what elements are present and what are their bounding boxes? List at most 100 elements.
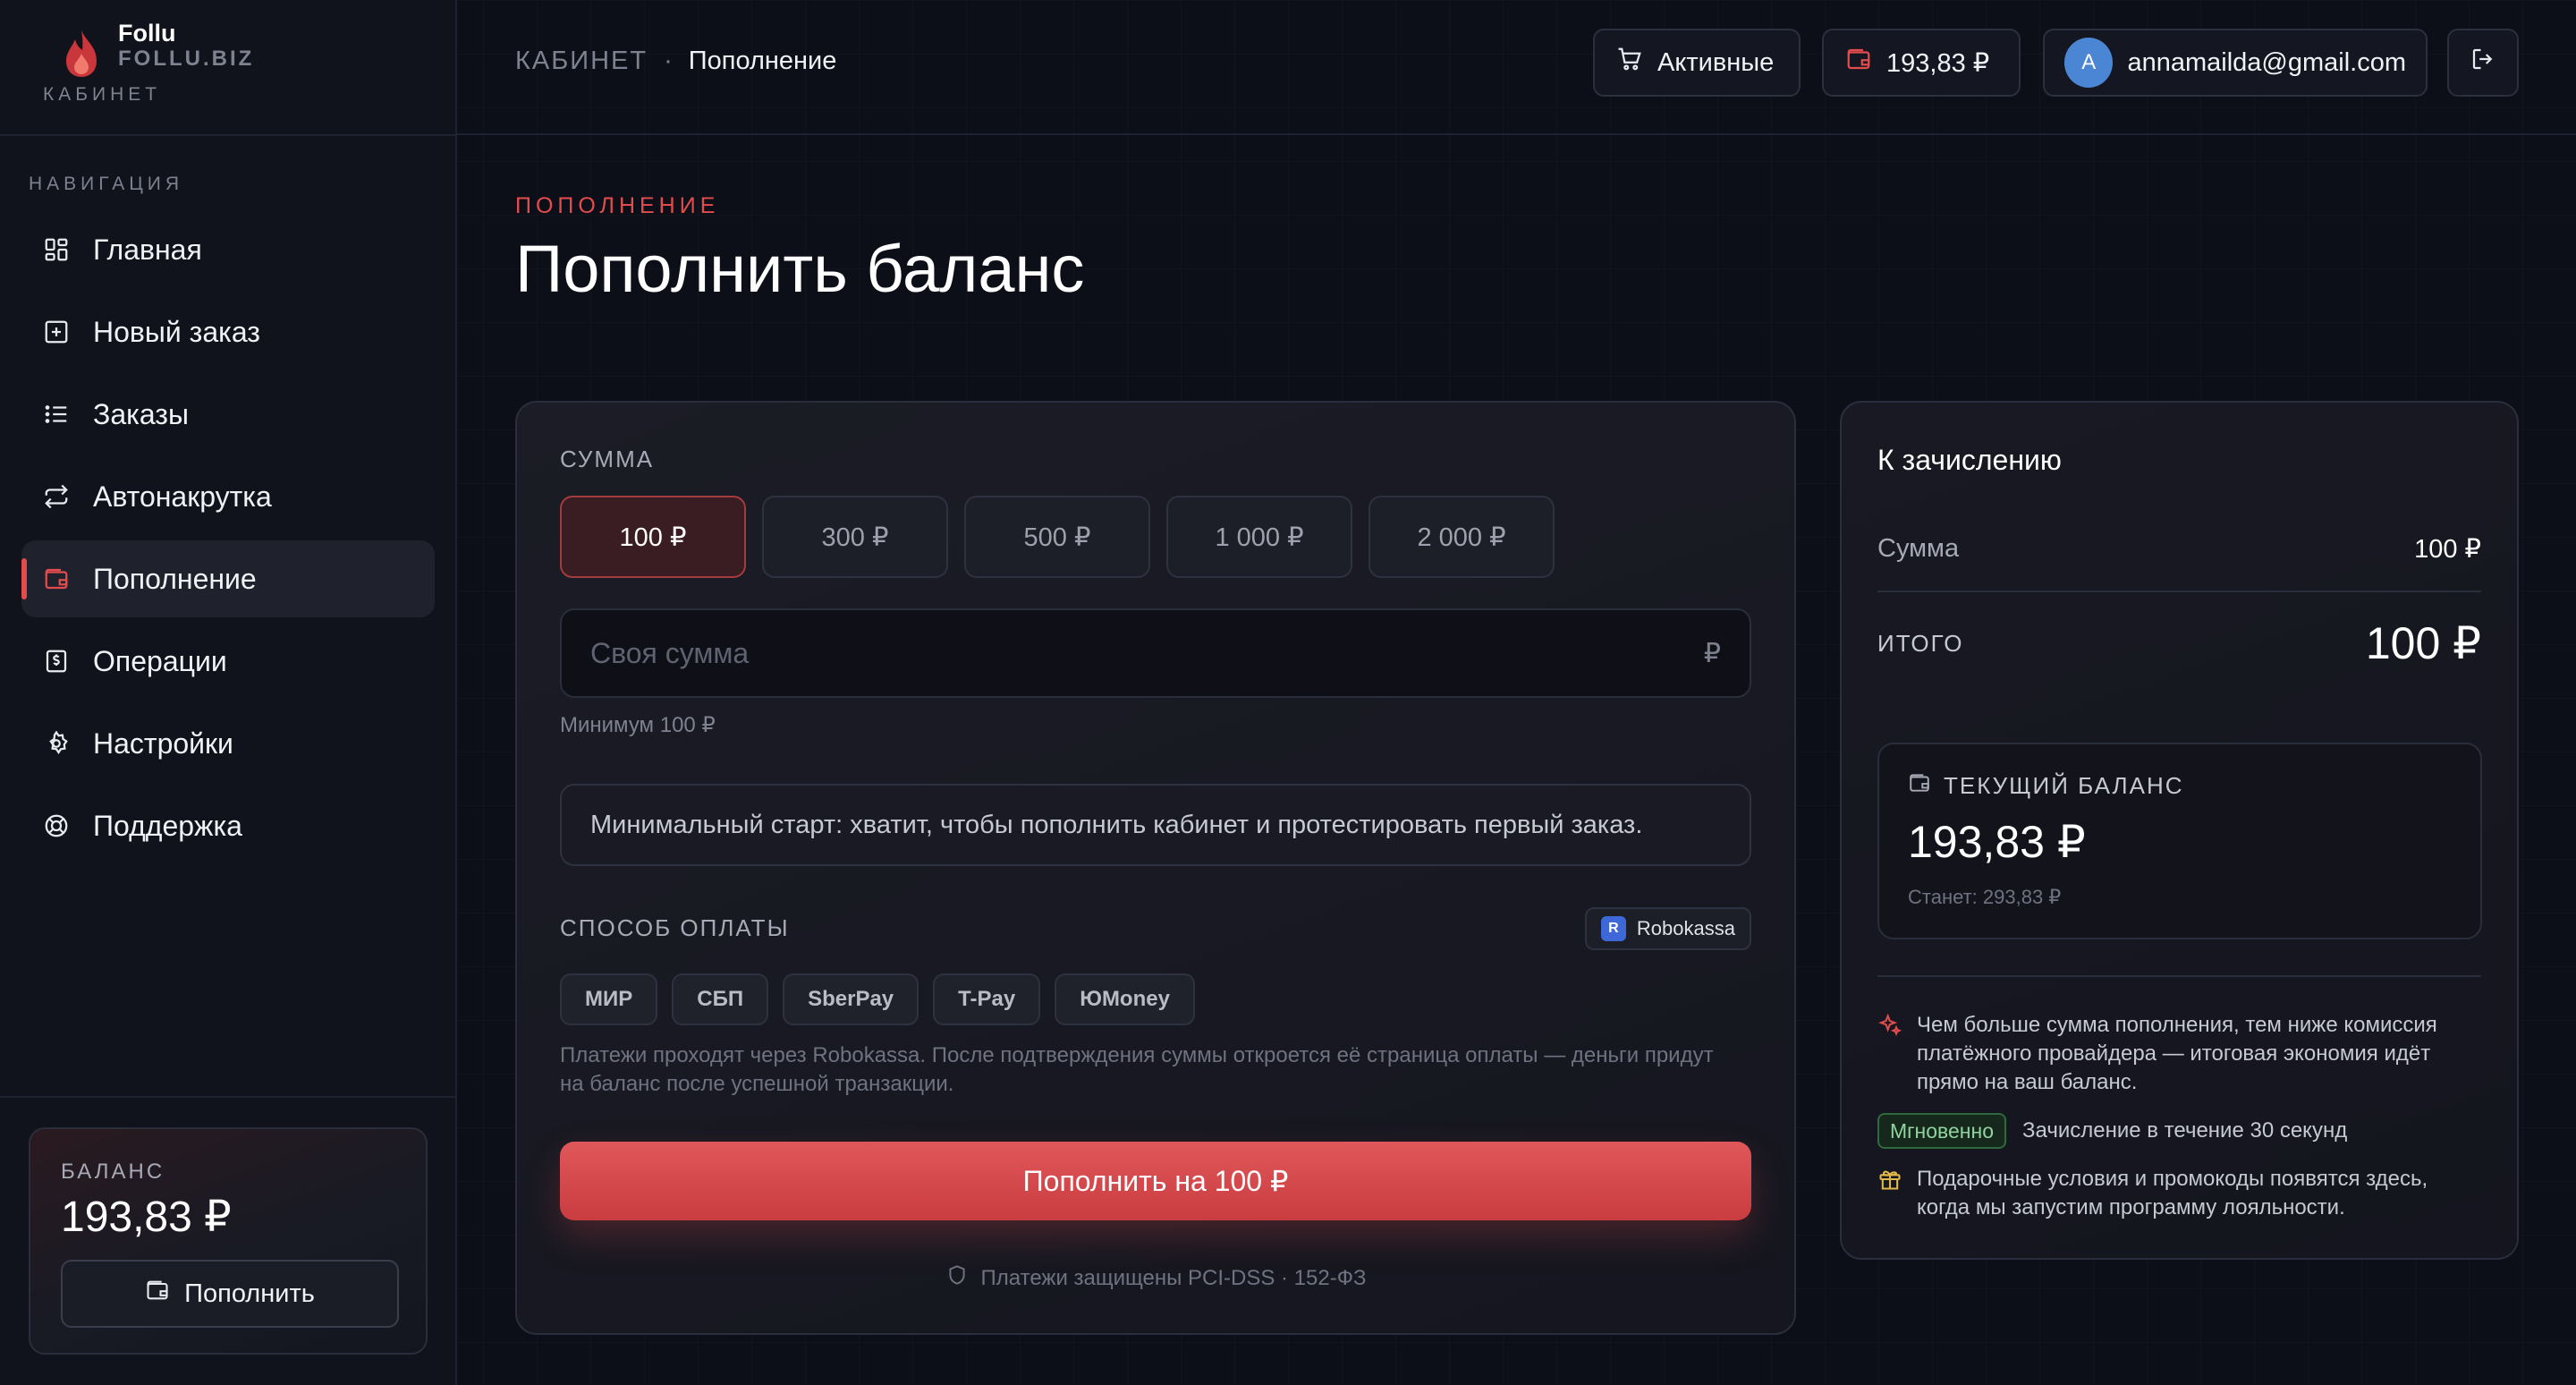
feature-commission: Чем больше сумма пополнения, тем ниже ко… (1877, 1011, 2481, 1097)
active-orders-label: Активные (1657, 47, 1775, 77)
sparkle-icon (1877, 1013, 1902, 1038)
summary-sum-row: Сумма 100 ₽ (1877, 533, 2481, 565)
custom-amount-input[interactable] (590, 636, 1574, 670)
payment-method-label: СПОСОБ ОПЛАТЫ (560, 914, 790, 941)
balance-value: 193,83 ₽ (61, 1194, 232, 1241)
sidebar-item-orders[interactable]: Заказы (21, 376, 435, 453)
sidebar-topup-button[interactable]: Пополнить (61, 1260, 399, 1328)
summary-total-row: ИТОГО 100 ₽ (1877, 617, 2481, 669)
sidebar-item-operations[interactable]: Операции (21, 623, 435, 700)
sidebar-item-label: Пополнение (93, 562, 257, 595)
currency-sign: ₽ (1703, 638, 1721, 668)
page-title: Пополнить баланс (515, 232, 1085, 306)
logout-button[interactable] (2447, 29, 2519, 97)
divider (0, 1096, 457, 1098)
flame-logo-icon (59, 27, 104, 81)
page-eyebrow: ПОПОЛНЕНИЕ (515, 193, 720, 218)
sidebar-item-label: Главная (93, 233, 202, 266)
method-yumoney[interactable]: ЮMoney (1055, 973, 1195, 1025)
cart-icon (1616, 46, 1643, 80)
method-tpay[interactable]: T-Pay (933, 973, 1041, 1025)
sidebar-topup-label: Пополнить (184, 1279, 315, 1308)
feature-commission-text: Чем больше сумма пополнения, тем ниже ко… (1917, 1013, 2437, 1094)
method-mir[interactable]: МИР (560, 973, 658, 1025)
provider-name: Robokassa (1636, 917, 1735, 939)
sidebar-item-label: Операции (93, 644, 227, 677)
sidebar-item-label: Автонакрутка (93, 480, 272, 513)
divider (1877, 591, 2481, 592)
current-balance-value: 193,83 ₽ (1908, 817, 2086, 867)
active-orders-button[interactable]: Активные (1593, 29, 1801, 97)
provider-badge: R Robokassa (1584, 907, 1751, 950)
gear-icon (43, 730, 70, 757)
topup-form-card: СУММА 100 ₽ 300 ₽ 500 ₽ 1 000 ₽ 2 000 ₽ … (515, 401, 1796, 1335)
balance-after: Станет: 293,83 ₽ (1908, 886, 2062, 908)
sidebar-item-autopromo[interactable]: Автонакрутка (21, 458, 435, 535)
amount-preset-2000[interactable]: 2 000 ₽ (1368, 496, 1555, 578)
summary-sum-label: Сумма (1877, 534, 1960, 563)
sidebar-nav: Главная Новый заказ Заказы Автонакрутка … (21, 211, 435, 870)
sidebar-balance-card: БАЛАНС 193,83 ₽ Пополнить (29, 1127, 428, 1355)
summary-card: К зачислению Сумма 100 ₽ ИТОГО 100 ₽ ТЕК… (1840, 401, 2519, 1260)
pay-button[interactable]: Пополнить на 100 ₽ (560, 1142, 1751, 1220)
robokassa-icon: R (1600, 916, 1626, 941)
payment-methods: МИР СБП SberPay T-Pay ЮMoney (560, 973, 1195, 1025)
summary-total-label: ИТОГО (1877, 629, 1964, 657)
amount-preset-500[interactable]: 500 ₽ (964, 496, 1150, 578)
sidebar-item-topup[interactable]: Пополнение (21, 540, 435, 617)
topbar: КАБИНЕТ · Пополнение Активные 193,83 ₽ A… (457, 0, 2576, 135)
wallet-icon (1908, 771, 1931, 801)
instant-text: Зачисление в течение 30 секунд (2022, 1118, 2348, 1143)
payment-note: Платежи проходят через Robokassa. После … (560, 1043, 1714, 1096)
repeat-icon (43, 483, 70, 510)
breadcrumb-separator: · (664, 47, 673, 75)
gift-icon (1877, 1167, 1902, 1192)
wallet-icon (43, 565, 70, 592)
amount-label: СУММА (560, 446, 655, 472)
feature-instant: Мгновенно Зачисление в течение 30 секунд (1877, 1113, 2481, 1149)
list-icon (43, 401, 70, 428)
avatar: A (2064, 38, 2114, 88)
feature-gift: Подарочные условия и промокоды появятся … (1877, 1165, 2481, 1222)
summary-sum-value: 100 ₽ (2414, 535, 2481, 564)
grid-icon (43, 236, 70, 263)
user-email: annamailda@gmail.com (2127, 47, 2406, 77)
plus-square-icon (43, 319, 70, 345)
sidebar-item-support[interactable]: Поддержка (21, 787, 435, 864)
breadcrumb-root[interactable]: КАБИНЕТ (515, 47, 648, 76)
user-menu[interactable]: A annamailda@gmail.com (2043, 29, 2428, 97)
amount-info-box: Минимальный старт: хватит, чтобы пополни… (560, 784, 1751, 866)
sidebar-item-settings[interactable]: Настройки (21, 705, 435, 782)
current-balance-label: ТЕКУЩИЙ БАЛАНС (1944, 772, 2184, 799)
min-amount-hint: Минимум 100 ₽ (560, 713, 716, 737)
summary-title: К зачислению (1877, 444, 2062, 476)
secure-note-text: Платежи защищены PCI-DSS · 152-ФЗ (980, 1265, 1367, 1290)
method-sbp[interactable]: СБП (672, 973, 769, 1025)
sidebar-item-home[interactable]: Главная (21, 211, 435, 288)
instant-badge: Мгновенно (1877, 1113, 2006, 1149)
sidebar-item-label: Настройки (93, 726, 233, 760)
sidebar-item-label: Заказы (93, 397, 189, 430)
summary-total-value: 100 ₽ (2365, 618, 2481, 668)
amount-preset-1000[interactable]: 1 000 ₽ (1166, 496, 1352, 578)
wallet-icon (145, 1278, 170, 1310)
breadcrumb-current: Пополнение (688, 47, 837, 75)
amount-preset-300[interactable]: 300 ₽ (762, 496, 948, 578)
sidebar-item-new-order[interactable]: Новый заказ (21, 293, 435, 370)
feature-gift-text: Подарочные условия и промокоды появятся … (1917, 1167, 2428, 1219)
method-sberpay[interactable]: SberPay (783, 973, 919, 1025)
breadcrumb: КАБИНЕТ · Пополнение (515, 47, 836, 76)
sidebar-item-label: Поддержка (93, 809, 242, 842)
header-balance-button[interactable]: 193,83 ₽ (1822, 29, 2021, 97)
current-balance-box: ТЕКУЩИЙ БАЛАНС 193,83 ₽ Станет: 293,83 ₽ (1877, 743, 2482, 939)
sidebar-item-label: Новый заказ (93, 315, 260, 348)
sidebar: Follu FOLLU.BIZ КАБИНЕТ НАВИГАЦИЯ Главна… (0, 0, 457, 1385)
divider (0, 134, 457, 136)
logout-icon (2470, 46, 2496, 80)
brand-domain: FOLLU.BIZ (118, 47, 255, 71)
brand-name: Follu (118, 20, 176, 47)
amount-preset-100[interactable]: 100 ₽ (560, 496, 746, 578)
header-balance-value: 193,83 ₽ (1886, 48, 1990, 78)
wallet-icon (1845, 46, 1872, 80)
nav-title: НАВИГАЦИЯ (29, 174, 184, 194)
